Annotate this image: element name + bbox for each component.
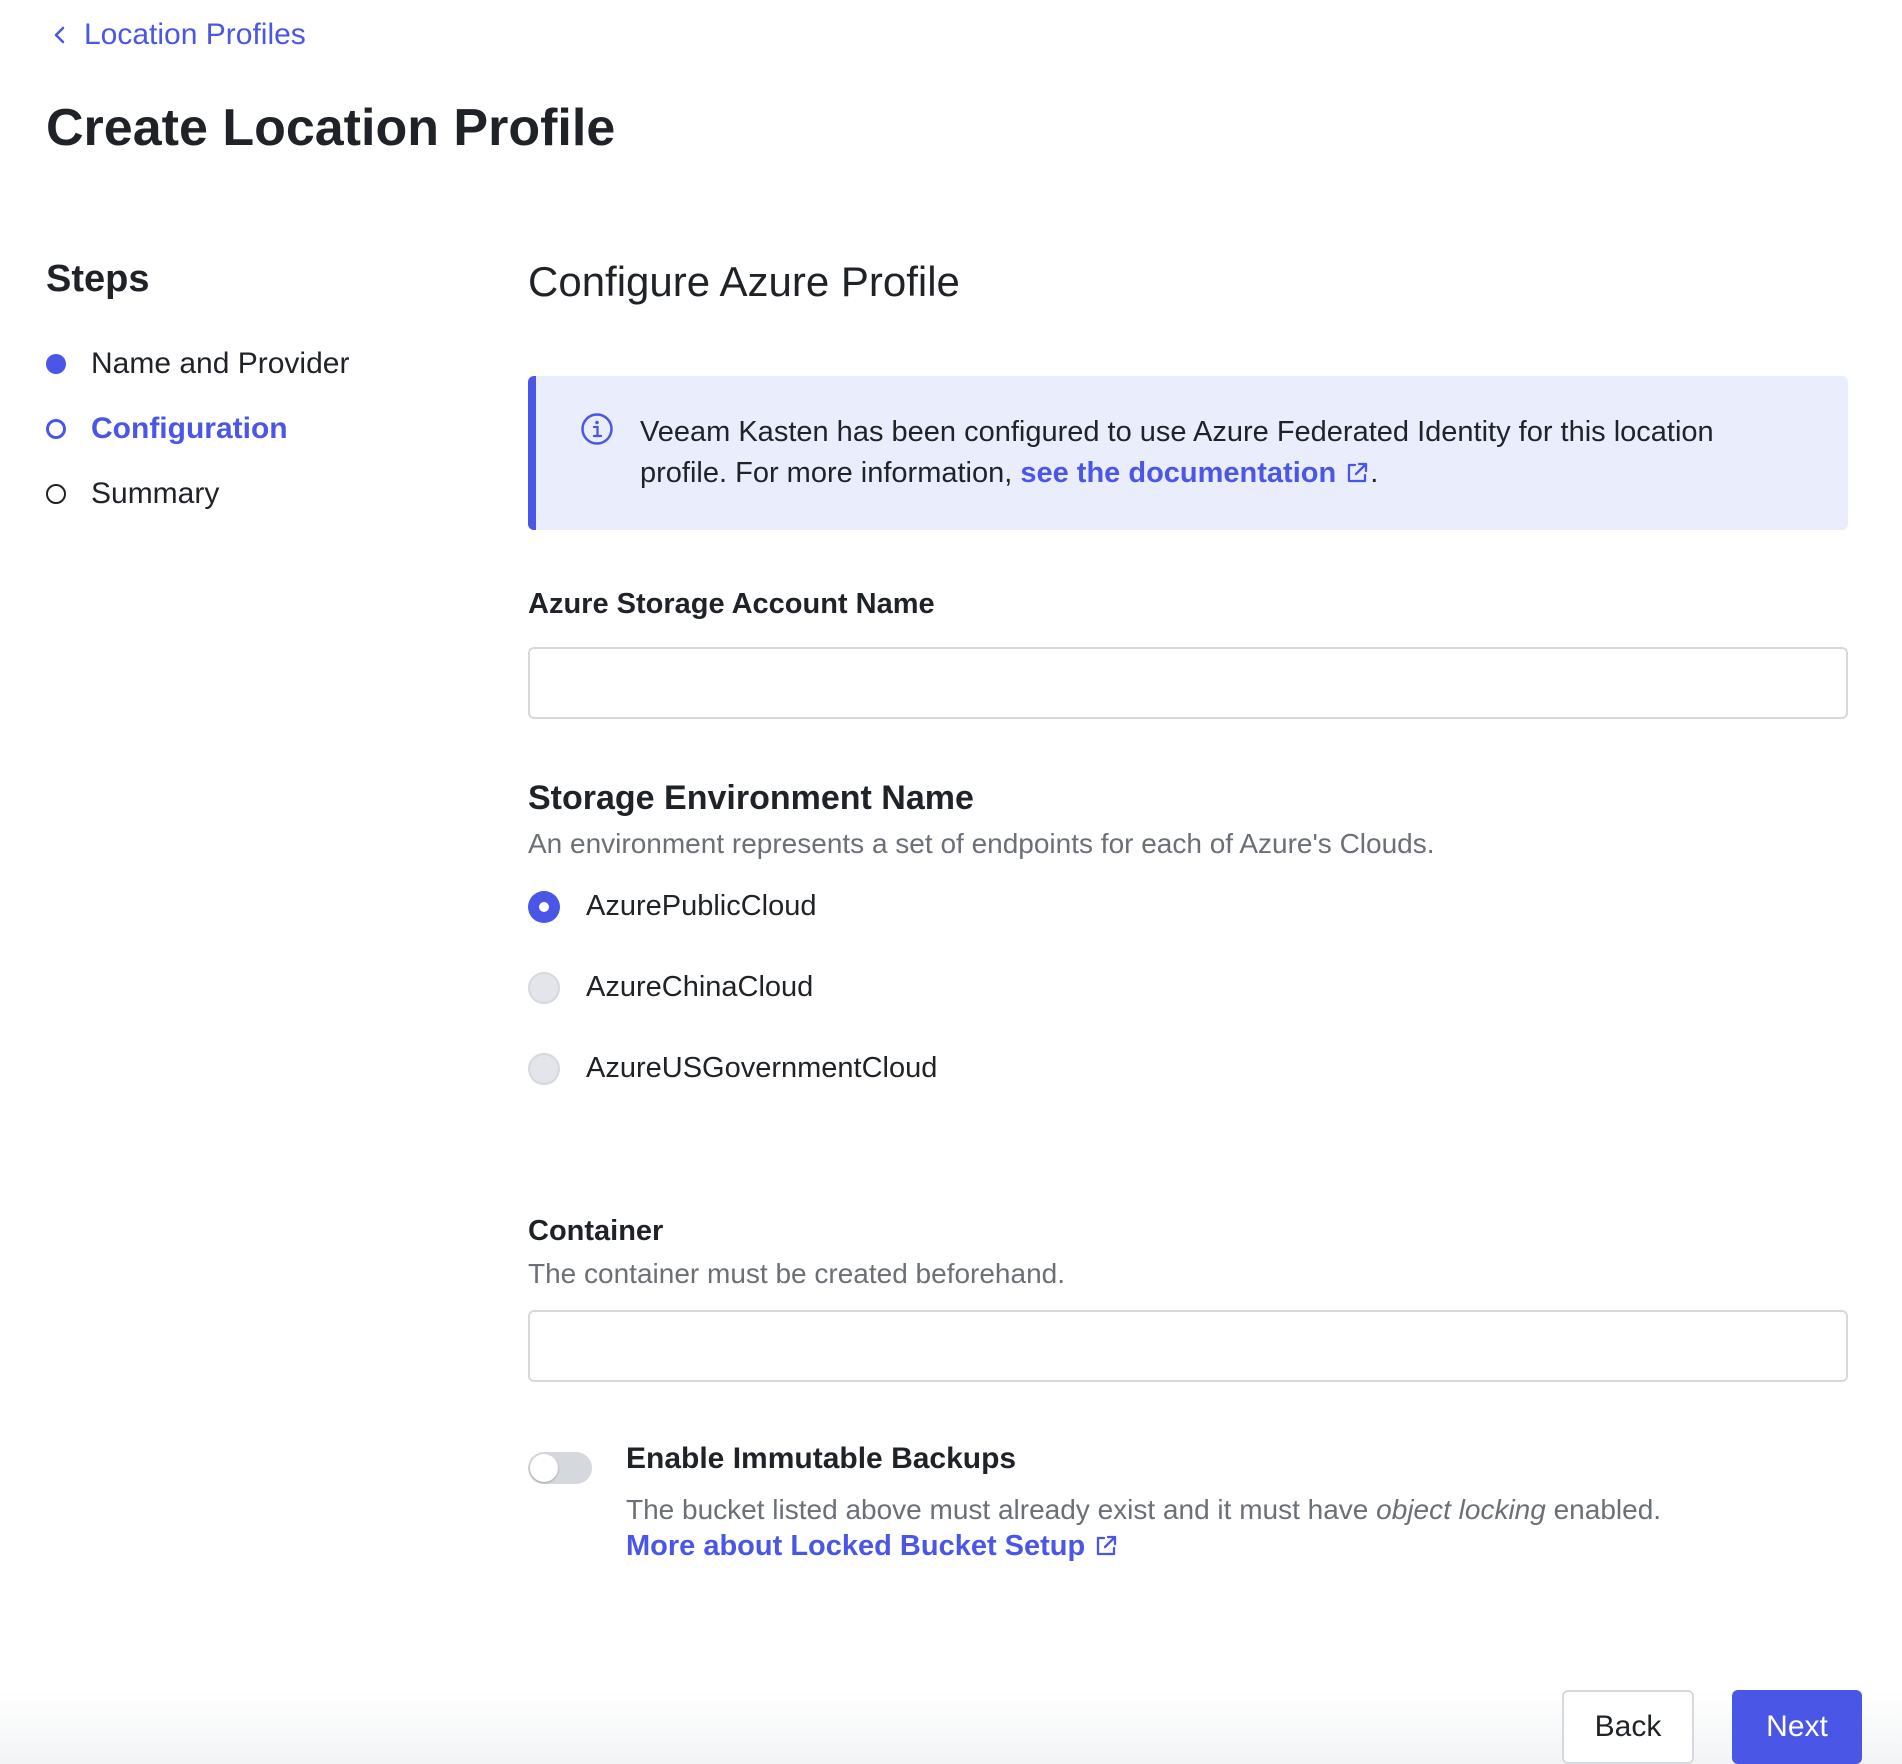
step-label: Summary	[91, 476, 220, 510]
container-input[interactable]	[528, 1310, 1848, 1382]
step-name-and-provider[interactable]: Name and Provider	[46, 331, 466, 396]
radio-checked-icon	[528, 890, 560, 923]
section-title: Configure Azure Profile	[528, 258, 960, 305]
storage-account-label: Azure Storage Account Name	[528, 588, 935, 620]
description-emphasis: object locking	[1376, 1494, 1546, 1525]
radio-unchecked-icon	[528, 1052, 560, 1085]
steps-title: Steps	[46, 258, 150, 300]
container-help: The container must be created beforehand…	[528, 1258, 1066, 1289]
main-form: Configure Azure Profile Veeam Kasten has…	[528, 258, 1848, 1563]
environment-help: An environment represents a set of endpo…	[528, 828, 1435, 859]
toggle-knob	[530, 1454, 558, 1482]
environment-label: Storage Environment Name	[528, 779, 974, 817]
step-summary[interactable]: Summary	[46, 461, 466, 526]
immutable-backups-section: Enable Immutable Backups The bucket list…	[528, 1442, 1848, 1563]
next-button[interactable]: Next	[1732, 1690, 1862, 1764]
page-title: Create Location Profile	[46, 99, 616, 157]
step-current-dot-icon	[46, 418, 66, 439]
step-pending-dot-icon	[46, 483, 66, 504]
page: Location Profiles Create Location Profil…	[0, 0, 1902, 1764]
radio-unchecked-icon	[528, 971, 560, 1004]
step-completed-dot-icon	[46, 353, 66, 374]
step-configuration[interactable]: Configuration	[46, 396, 466, 461]
description-after: enabled.	[1545, 1494, 1662, 1525]
radio-option-azure-us-government-cloud[interactable]: AzureUSGovernmentCloud	[528, 1028, 1848, 1109]
radio-option-azure-china-cloud[interactable]: AzureChinaCloud	[528, 947, 1848, 1028]
container-label: Container	[528, 1215, 664, 1247]
radio-label: AzureChinaCloud	[586, 971, 814, 1003]
radio-label: AzureUSGovernmentCloud	[586, 1052, 938, 1084]
info-circle-icon	[581, 413, 613, 445]
back-button[interactable]: Back	[1562, 1690, 1694, 1764]
environment-radio-group: AzurePublicCloud AzureChinaCloud AzureUS…	[528, 866, 1848, 1109]
description-before: The bucket listed above must already exi…	[626, 1494, 1377, 1525]
back-link-label: Location Profiles	[84, 18, 306, 51]
step-label: Name and Provider	[91, 346, 350, 380]
storage-account-input[interactable]	[528, 647, 1848, 719]
steps-panel: Steps Name and Provider Configuration Su…	[46, 258, 466, 526]
immutable-backups-label: Enable Immutable Backups	[626, 1442, 1017, 1475]
external-link-icon	[1348, 462, 1368, 483]
radio-option-azure-public-cloud[interactable]: AzurePublicCloud	[528, 866, 1848, 947]
info-callout: Veeam Kasten has been configured to use …	[528, 376, 1848, 530]
immutable-backups-description: The bucket listed above must already exi…	[626, 1490, 1848, 1530]
documentation-link[interactable]: see the documentation	[1020, 457, 1370, 489]
external-link-icon	[1097, 1535, 1117, 1556]
back-to-location-profiles-link[interactable]: Location Profiles	[50, 18, 306, 52]
step-label: Configuration	[91, 411, 288, 445]
immutable-backups-text: Enable Immutable Backups The bucket list…	[626, 1442, 1848, 1563]
chevron-left-icon	[54, 26, 65, 44]
immutable-backups-toggle[interactable]	[528, 1452, 592, 1484]
locked-bucket-link-label: More about Locked Bucket Setup	[626, 1530, 1086, 1562]
radio-label: AzurePublicCloud	[586, 890, 817, 922]
info-suffix: .	[1370, 457, 1379, 489]
locked-bucket-setup-link[interactable]: More about Locked Bucket Setup	[626, 1530, 1848, 1563]
documentation-link-label: see the documentation	[1020, 457, 1337, 489]
